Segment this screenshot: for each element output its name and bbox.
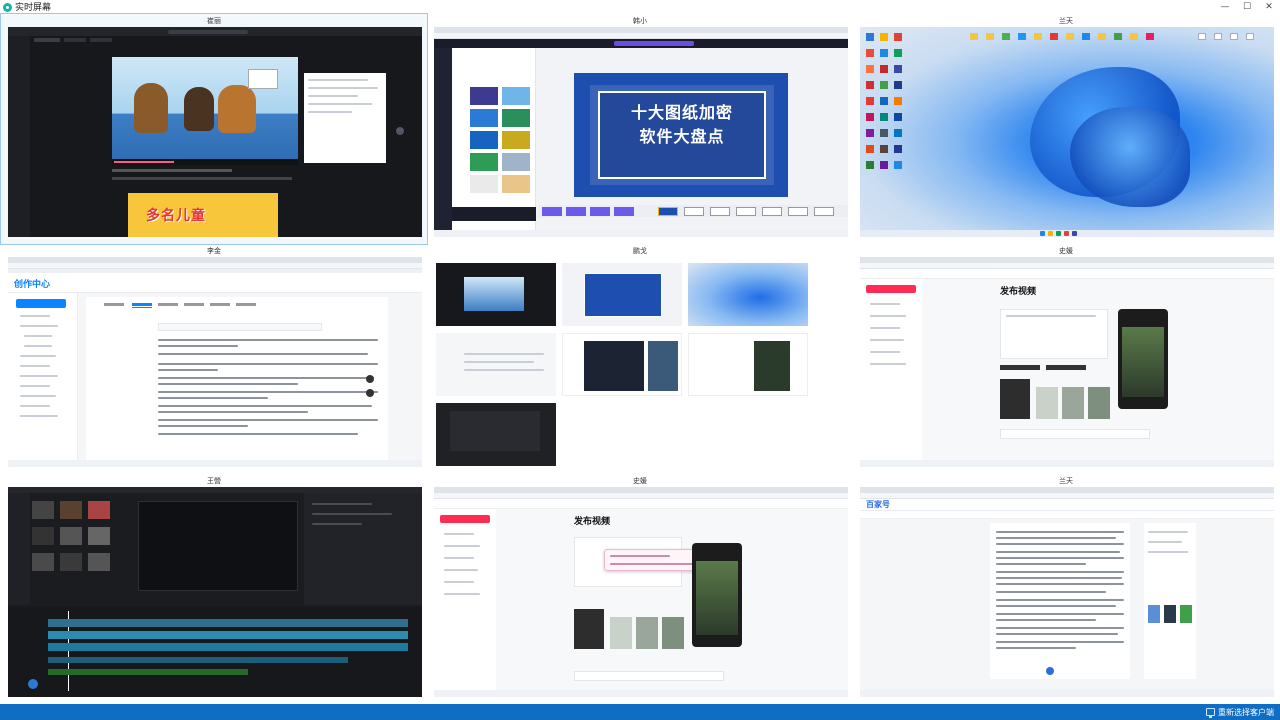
reselect-client-label: 重新选择客户端: [1218, 707, 1274, 717]
screen-tile-6[interactable]: 史媛 发布视频: [853, 244, 1279, 474]
close-button[interactable]: ✕: [1258, 0, 1280, 14]
app-logo-icon: [3, 2, 12, 12]
app-title: 实时屏幕: [15, 2, 52, 12]
doc-brand: 百家号: [866, 500, 890, 509]
screen-thumbnail[interactable]: 百家号: [860, 487, 1274, 697]
tile-user-name: 兰天: [1059, 478, 1073, 485]
title-bar: 实时屏幕 — ☐ ✕: [0, 0, 1280, 14]
screen-thumbnail[interactable]: [8, 487, 422, 697]
reselect-client-button[interactable]: 重新选择客户端: [1206, 704, 1274, 720]
screen-thumbnail[interactable]: 十大图纸加密 软件大盘点: [434, 27, 848, 237]
tile-user-name: 史媛: [1059, 248, 1073, 255]
tile-user-name: 王營: [207, 478, 221, 485]
tile-user-name: 鹏戈: [633, 248, 647, 255]
screen-thumbnail[interactable]: 发布视频: [434, 487, 848, 697]
screen-tile-1[interactable]: 崔丽 多名儿童: [0, 13, 428, 245]
slide-title-line-2: 软件大盘点: [639, 129, 725, 146]
cartoon-banner-text: 多名儿童: [146, 207, 206, 223]
screen-tile-5[interactable]: 鹏戈: [427, 244, 853, 474]
screen-tile-9[interactable]: 兰天 百家号: [853, 474, 1279, 704]
publish-heading: 发布视频: [1000, 286, 1037, 296]
screen-tile-3[interactable]: 兰天: [853, 14, 1279, 244]
screen-thumbnail[interactable]: [434, 257, 848, 467]
publish-heading: 发布视频: [574, 516, 611, 526]
tile-user-name: 史媛: [633, 478, 647, 485]
screen-thumbnail[interactable]: 发布视频: [860, 257, 1274, 467]
creator-brand: 创作中心: [14, 279, 51, 289]
screen-tile-8[interactable]: 史媛 发布视频: [427, 474, 853, 704]
screen-tile-4[interactable]: 李金 创作中心: [1, 244, 427, 474]
minimize-button[interactable]: —: [1214, 0, 1236, 14]
screen-grid: 崔丽 多名儿童 韩小 十大图纸加密 软件大盘点 兰天 李金 创作中心 鹏戈 史媛…: [0, 13, 1280, 704]
bottom-bar: 重新选择客户端: [0, 704, 1280, 720]
screen-thumbnail[interactable]: [860, 27, 1274, 237]
tile-user-name: 李金: [207, 248, 221, 255]
window-controls: — ☐ ✕: [1214, 0, 1280, 14]
tile-user-name: 崔丽: [207, 18, 221, 25]
screen-tile-2[interactable]: 韩小 十大图纸加密 软件大盘点: [427, 14, 853, 244]
screen-thumbnail[interactable]: 创作中心: [8, 257, 422, 467]
screen-tile-7[interactable]: 王營: [1, 474, 427, 704]
maximize-button[interactable]: ☐: [1236, 0, 1258, 14]
tile-user-name: 兰天: [1059, 18, 1073, 25]
tile-user-name: 韩小: [633, 18, 647, 25]
monitor-icon: [1206, 708, 1215, 718]
screen-thumbnail[interactable]: 多名儿童: [8, 27, 422, 237]
slide-title-line-1: 十大图纸加密: [630, 105, 733, 122]
live-screens-window: 实时屏幕 — ☐ ✕ 崔丽 多名儿童 韩小 十大图纸加密 软件大盘点 兰天 李金…: [0, 0, 1280, 720]
